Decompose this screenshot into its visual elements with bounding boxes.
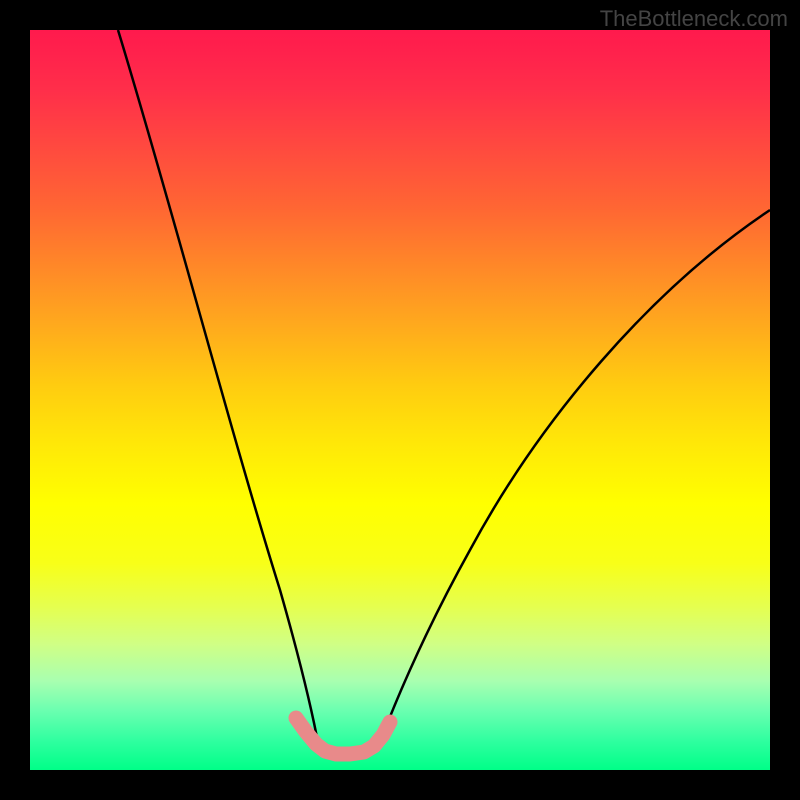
curve-left xyxy=(118,30,319,748)
watermark-text: TheBottleneck.com xyxy=(600,6,788,32)
bottom-highlight xyxy=(296,718,390,754)
chart-svg xyxy=(30,30,770,770)
curve-right xyxy=(378,210,770,748)
